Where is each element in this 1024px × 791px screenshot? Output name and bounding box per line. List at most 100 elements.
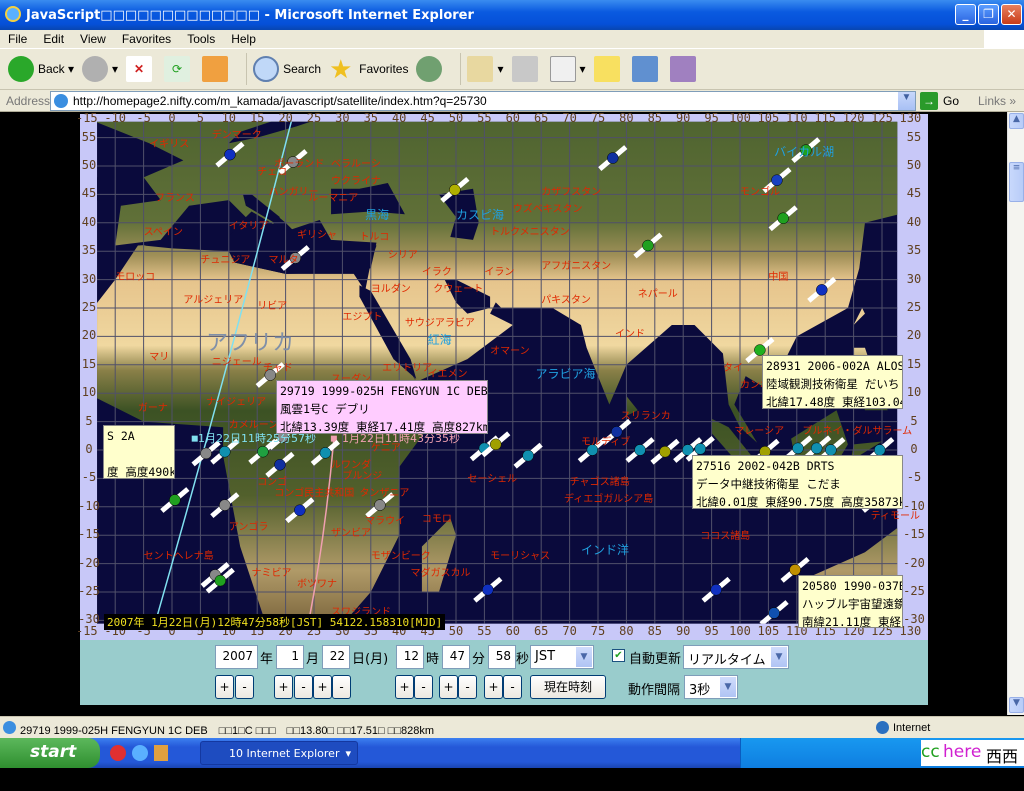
- map-label: イギリス: [149, 138, 190, 150]
- hour-plus-button[interactable]: +: [395, 675, 414, 699]
- hour-input[interactable]: 12: [396, 645, 424, 669]
- status-bar: 29719 1999-025H FENGYUN 1C DEB □□1□C □□□…: [0, 716, 1024, 738]
- lat-tick-left: 0: [85, 442, 93, 456]
- go-arrow-icon: →: [920, 92, 938, 110]
- map-label: ニジェール: [211, 357, 262, 369]
- lon-tick-top: 85: [647, 111, 663, 125]
- auto-update-checkbox[interactable]: ✔: [612, 649, 625, 662]
- scroll-thumb[interactable]: ≡: [1009, 162, 1024, 202]
- lat-tick-right: 30: [906, 271, 922, 286]
- printer-icon: [511, 56, 538, 82]
- taskbar-ie-group[interactable]: 10 Internet Explorer ▾: [200, 741, 358, 765]
- messenger-button[interactable]: [631, 56, 662, 82]
- address-bar: Address http://homepage2.nifty.com/m_kam…: [0, 90, 1024, 112]
- lat-tick-right: -5: [906, 470, 922, 485]
- links-button[interactable]: Links »: [978, 94, 1016, 108]
- lon-tick-top: 130: [899, 111, 922, 125]
- back-button[interactable]: Back ▾: [8, 56, 74, 82]
- quicklaunch-icon[interactable]: [110, 745, 126, 761]
- map-label: ナミビア: [251, 567, 292, 579]
- scroll-down-button[interactable]: ▼: [1009, 697, 1024, 713]
- month-plus-button[interactable]: +: [274, 675, 293, 699]
- time-controls: 2007 年 1 月 22 日(月) 12 時 47 分 58 秒 JST ▼ ✔…: [80, 640, 928, 705]
- map-label: ベラルーシ: [331, 158, 381, 170]
- print-button[interactable]: [511, 56, 542, 82]
- menu-help[interactable]: Help: [223, 32, 264, 46]
- lat-tick-left: 15: [81, 356, 97, 371]
- current-time-button[interactable]: 現在時刻: [530, 675, 606, 699]
- mode-select[interactable]: リアルタイム ▼: [683, 645, 789, 669]
- mail-button[interactable]: ▾: [467, 56, 504, 82]
- satellite-map[interactable]: -15 -15 -10 -10 -5 -5 0 0 5 5 10 10 15 15 20 20 25 25 30 30…: [76, 111, 928, 640]
- address-dropdown[interactable]: ▼: [898, 92, 915, 110]
- menu-file[interactable]: File: [0, 32, 35, 46]
- year-minus-button[interactable]: -: [235, 675, 254, 699]
- edit-button[interactable]: ▾: [549, 56, 586, 82]
- second-plus-button[interactable]: +: [484, 675, 503, 699]
- second-input[interactable]: 58: [488, 645, 516, 669]
- year-input[interactable]: 2007: [215, 645, 258, 669]
- page-icon: [3, 721, 16, 734]
- refresh-button[interactable]: ⟳: [164, 56, 194, 82]
- stop-button[interactable]: ✕: [126, 56, 156, 82]
- lon-tick-top: 60: [505, 111, 521, 125]
- satellite-marker: [642, 239, 654, 252]
- hour-minus-button[interactable]: -: [414, 675, 433, 699]
- address-input[interactable]: http://homepage2.nifty.com/m_kamada/java…: [50, 91, 916, 111]
- lon-tick-bottom: 75: [590, 624, 606, 638]
- lon-tick-top: 0: [168, 111, 176, 125]
- lat-tick-right: 35: [906, 243, 922, 258]
- satellite-marker: [257, 445, 269, 458]
- map-label: セーシェル: [467, 473, 518, 485]
- discuss-button[interactable]: [593, 56, 624, 82]
- menu-tools[interactable]: Tools: [179, 32, 223, 46]
- history-button[interactable]: [416, 56, 446, 82]
- scroll-up-button[interactable]: ▲: [1009, 113, 1024, 129]
- interval-select[interactable]: 3秒 ▼: [684, 675, 738, 699]
- map-label: 黒海: [365, 207, 390, 222]
- start-button[interactable]: start: [0, 738, 100, 768]
- research-button[interactable]: [669, 56, 700, 82]
- ie-quicklaunch-icon[interactable]: [132, 745, 148, 761]
- month-input[interactable]: 1: [276, 645, 304, 669]
- day-minus-button[interactable]: -: [332, 675, 351, 699]
- satellite-marker: [219, 445, 231, 458]
- year-plus-button[interactable]: +: [215, 675, 234, 699]
- lat-tick-left: -10: [78, 498, 100, 513]
- lon-tick-top: 15: [249, 111, 265, 125]
- second-minus-button[interactable]: -: [503, 675, 522, 699]
- quicklaunch-icon[interactable]: [154, 745, 168, 761]
- month-minus-button[interactable]: -: [294, 675, 313, 699]
- satellite-marker: [694, 443, 706, 455]
- minute-plus-button[interactable]: +: [439, 675, 458, 699]
- minimize-button[interactable]: _: [955, 4, 976, 25]
- lon-tick-top: 90: [675, 111, 691, 125]
- map-label: ネパール: [637, 289, 678, 301]
- minute-input[interactable]: 47: [442, 645, 470, 669]
- close-button[interactable]: ✕: [1001, 4, 1022, 25]
- home-button[interactable]: [202, 56, 232, 82]
- search-button[interactable]: Search: [253, 56, 321, 82]
- menu-view[interactable]: View: [72, 32, 114, 46]
- mail-icon: [467, 56, 494, 82]
- map-label: ティモール: [870, 510, 921, 522]
- lon-tick-top: -10: [104, 111, 127, 125]
- go-button[interactable]: → Go: [920, 92, 959, 110]
- menu-edit[interactable]: Edit: [35, 32, 72, 46]
- interval-label: 動作間隔: [628, 683, 681, 698]
- vertical-scrollbar[interactable]: ▲ ≡ ▼: [1007, 112, 1024, 715]
- forward-button[interactable]: ▾: [82, 56, 118, 82]
- map-label: ウクライナ: [331, 175, 381, 187]
- favorites-button[interactable]: ★ Favorites: [329, 56, 408, 82]
- map-label: アンゴラ: [228, 522, 269, 534]
- lat-tick-right: -20: [903, 555, 925, 570]
- maximize-button[interactable]: ❐: [978, 4, 999, 25]
- lon-tick-top: 55: [477, 111, 492, 125]
- menu-favorites[interactable]: Favorites: [114, 32, 179, 46]
- timezone-select[interactable]: JST ▼: [530, 645, 594, 669]
- map-label: デンマーク: [211, 130, 262, 142]
- day-input[interactable]: 22: [322, 645, 350, 669]
- day-plus-button[interactable]: +: [313, 675, 332, 699]
- minute-minus-button[interactable]: -: [458, 675, 477, 699]
- forward-arrow-icon: [82, 56, 109, 82]
